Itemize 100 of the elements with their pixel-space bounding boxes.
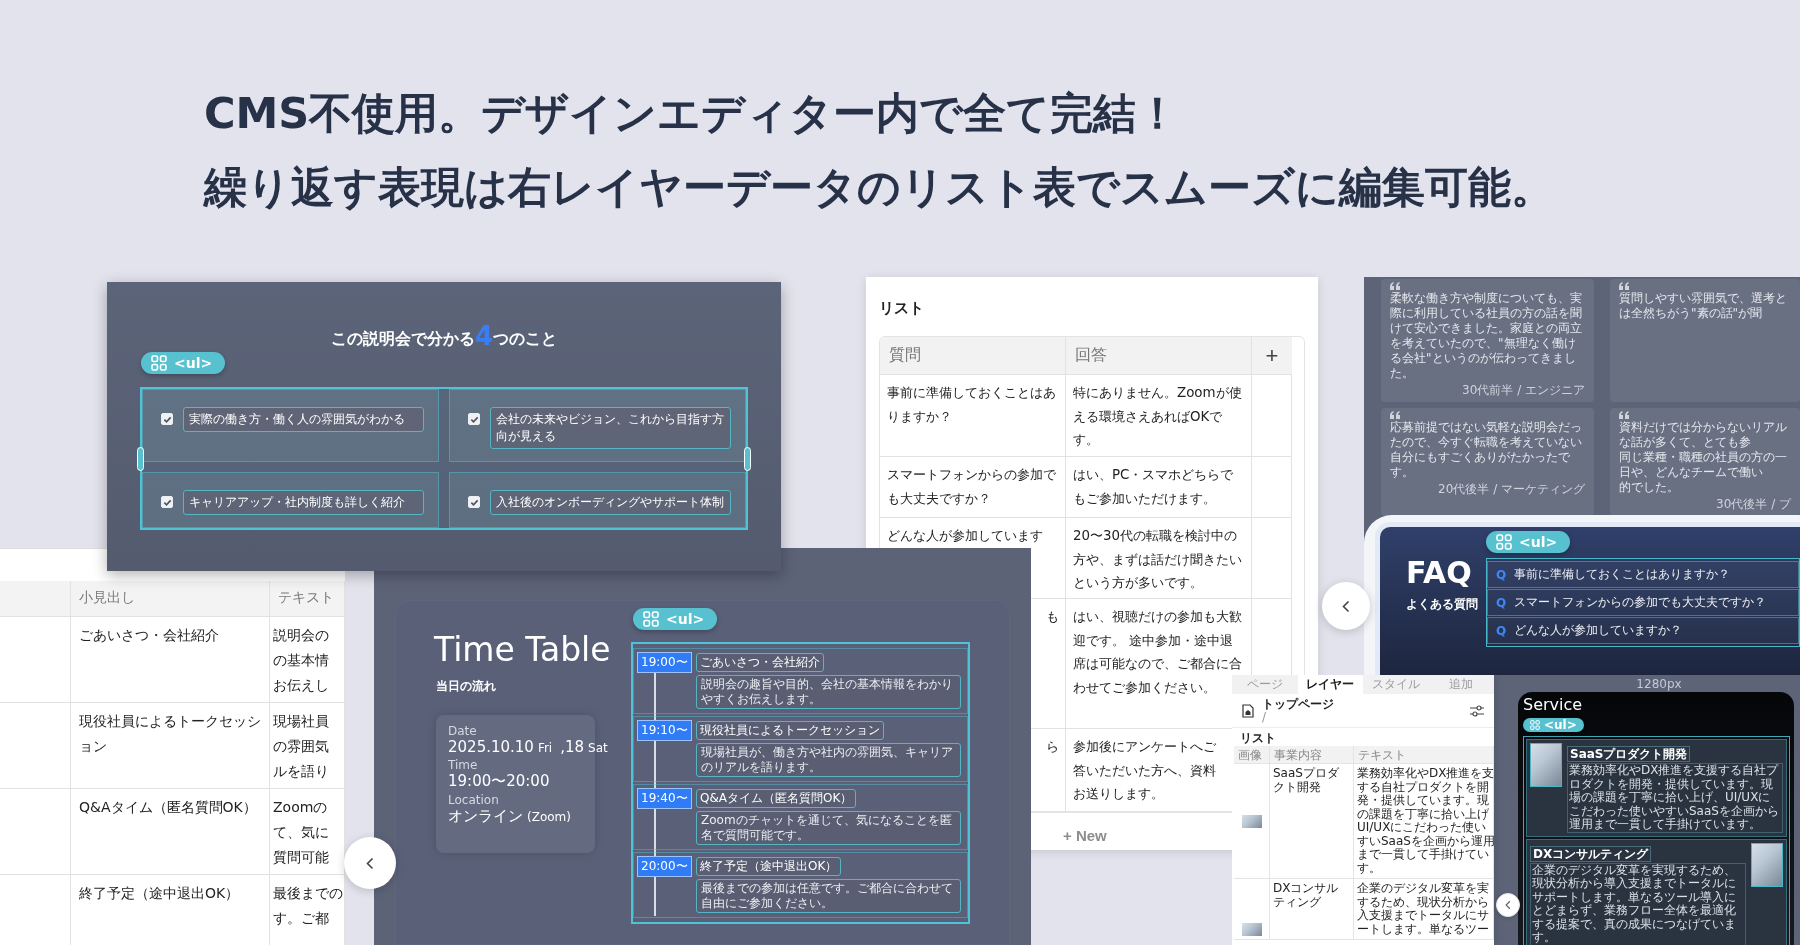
text-line: 入支援までトータルにサ: [1357, 909, 1489, 923]
field-label: Location: [448, 793, 500, 807]
element-tag[interactable]: <ul>: [633, 608, 718, 630]
text-line: 答いただいた方へ、資料: [1073, 761, 1217, 780]
text-line: 参加後にアンケートへご: [1073, 738, 1217, 756]
date-text: ,18: [560, 738, 585, 756]
text-line: する自社プロダクトを開: [1357, 780, 1489, 794]
tab[interactable]: スタイル: [1363, 675, 1429, 694]
question-text: どんな人が参加していますか？: [1514, 622, 1683, 639]
time-text: 19:00〜20:00: [448, 772, 551, 791]
section-title: Time Table: [434, 630, 611, 670]
text-line: 説明会の: [273, 626, 329, 645]
item-title: 終了予定（途中退出OK）: [696, 857, 842, 876]
thumbnail-placeholder: [1241, 814, 1262, 828]
headline-text: 繰り返す表現は右レイヤーデータのリスト表でスムーズに編集可能。: [204, 161, 1554, 214]
text-line: ートします。単なるツー: [1357, 922, 1489, 936]
table-cell: 現役社員によるトークセッション: [71, 703, 270, 789]
text-line: の課題を丁寧に拾い上げ: [1357, 807, 1489, 821]
thumbnail-placeholder: [1241, 923, 1262, 936]
testimonial-text: 質問しやすい雰囲気で、選考とは全然ちがう"素の話"が聞: [1619, 291, 1788, 321]
field-label: Date: [448, 724, 478, 738]
section-title: Service: [1523, 695, 1584, 715]
question-text: 事前に準備しておくことはありますか？: [1514, 566, 1731, 583]
checkbox[interactable]: [161, 413, 173, 425]
table-cell: Q&Aタイム（匿名質問OK）: [71, 789, 270, 875]
item-description: 業務効率化やDX推進を支援する自社プロダクトを開発・提供しています。現場の課題を丁寧に拾い上げ、UI/UXにこだわった使いやすいSaaSを企画から運用まで一貫して手掛けています。: [1567, 763, 1783, 833]
table-cell: [1252, 457, 1292, 518]
new-row-button[interactable]: + New: [1063, 823, 1107, 848]
text-line: お伝えし: [273, 676, 329, 695]
text-line: するため、現状分析から: [1357, 895, 1489, 909]
page-title: トップページ: [1262, 697, 1334, 711]
time-badge: 19:40〜: [637, 788, 692, 809]
item-text: キャリアアップ・社内制度も詳しく紹介: [183, 490, 424, 515]
chevron-left-icon: [1342, 599, 1350, 613]
text-line: の基本情: [273, 651, 329, 670]
testimonial-author: 20代後半 / マーケティング: [1438, 481, 1585, 498]
checkbox[interactable]: [468, 496, 480, 508]
grid-icon: [1530, 720, 1540, 730]
table-cell: DXコンサルティング: [1270, 879, 1354, 940]
grid-icon: [151, 355, 167, 371]
page-icon: [1242, 703, 1254, 718]
text-line: 企業のデジタル変革を実: [1357, 882, 1489, 896]
section-title: この説明会で分かる4つのこと: [329, 322, 559, 350]
question-marker: Q: [1496, 595, 1507, 610]
item-title: DXコンサルティング: [1530, 845, 1652, 862]
text-line: 最後までの: [273, 884, 343, 903]
text-line: す。: [1357, 861, 1381, 875]
checkbox[interactable]: [161, 496, 173, 508]
time-badge: 19:00〜: [637, 652, 692, 673]
question-marker: Q: [1496, 623, 1507, 638]
item-text: 入社後のオンボーディングやサポート体制: [490, 490, 731, 515]
testimonial-text: 柔軟な働き方や制度についても、実際に利用している社員の方の話を聞けて安心できました。家庭との両立を考えていたので、"無理なく働ける会社"というのが伝わってきました。: [1390, 291, 1583, 381]
text-line: お送りします。: [1073, 785, 1165, 803]
element-tag[interactable]: <ul>: [1486, 531, 1571, 553]
canvas-width-label: 1280px: [1635, 676, 1683, 692]
element-tag[interactable]: <ul>: [1523, 718, 1584, 732]
resize-handle[interactable]: [744, 447, 751, 471]
item-title: Q&Aタイム（匿名質問OK）: [696, 789, 857, 808]
page-path: /: [1262, 711, 1268, 724]
grid-icon: [1496, 534, 1512, 550]
time-badge: 20:00〜: [637, 856, 692, 877]
add-column-button[interactable]: +: [1252, 337, 1292, 375]
column-header: 画像: [1234, 746, 1270, 764]
text-line: 質問可能: [273, 848, 329, 867]
date-text: 2025.10.10: [448, 738, 534, 756]
time-badge: 19:10〜: [637, 720, 692, 741]
photo-placeholder: [1751, 842, 1783, 887]
text-line: 業務効率化やDX推進を支: [1357, 767, 1495, 781]
text-line: Zoomの: [273, 798, 328, 817]
photo-placeholder: [1530, 743, 1562, 787]
table-cell: 特にありません。Zoomが使える環境さえあればOKです。: [1066, 375, 1252, 457]
item-description: 現場社員が、働き方や社内の雰囲気、キャリアのリアルを語ります。: [696, 743, 961, 777]
element-tag[interactable]: <ul>: [141, 352, 226, 374]
grid-icon: [643, 611, 659, 627]
quote-icon: [1390, 411, 1400, 419]
settings-icon[interactable]: [1470, 704, 1484, 717]
column-header: 事業内容: [1270, 746, 1354, 764]
text-line: 資料だけでは分からないリアルな話が多くて、とても参: [1619, 420, 1788, 450]
column-header: 質問: [880, 337, 1066, 375]
tab[interactable]: 追加: [1428, 675, 1494, 694]
section-title: FAQ: [1406, 555, 1473, 590]
testimonial-author: 30代後半 / プ: [1716, 496, 1791, 513]
weekday-text: Fri: [537, 741, 553, 755]
chevron-left-icon: [366, 856, 374, 870]
chevron-left-icon: [1505, 900, 1511, 910]
text-line: す。ご都: [273, 909, 329, 928]
item-text: 実際の働き方・働く人の雰囲気がわかる: [183, 407, 424, 432]
question-marker: Q: [1496, 567, 1507, 582]
column-header: 小見出し: [71, 581, 270, 617]
item-title: 現役社員によるトークセッション: [696, 721, 884, 740]
testimonial-text: 応募前提ではない気軽な説明会だったので、今すぐ転職を考えていない自分にもすごくありがたかったです。: [1390, 420, 1583, 480]
item-text: 会社の未来やビジョン、これから目指す方向が見える: [490, 407, 731, 449]
item-title: ごあいさつ・会社紹介: [696, 653, 824, 672]
tab[interactable]: レイヤー: [1297, 675, 1363, 694]
table-cell: 終了予定（途中退出OK）: [71, 875, 270, 945]
field-label: Time: [448, 758, 479, 772]
text-line: 発・提供しています。現: [1357, 794, 1489, 808]
checkbox[interactable]: [468, 413, 480, 425]
resize-handle[interactable]: [137, 447, 144, 471]
text-line: 現場社員: [273, 712, 329, 731]
